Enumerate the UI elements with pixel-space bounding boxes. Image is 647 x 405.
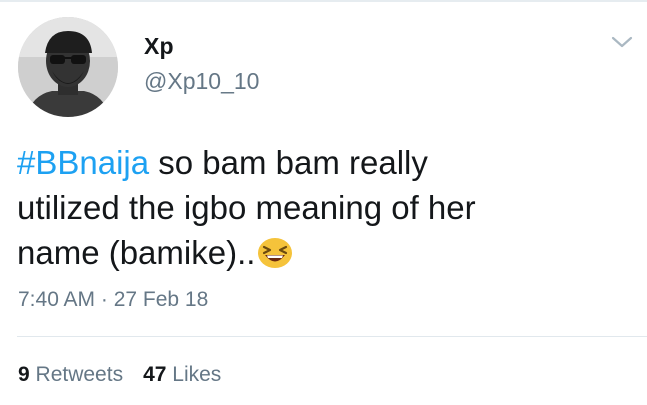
tweet-timestamp[interactable]: 7:40 AM · 27 Feb 18 — [18, 288, 208, 312]
avatar[interactable] — [18, 17, 118, 117]
grinning-squinting-face-emoji — [258, 238, 293, 268]
top-border — [0, 0, 647, 2]
author-handle[interactable]: @Xp10_10 — [144, 68, 259, 95]
hashtag-link[interactable]: #BBnaija — [17, 144, 149, 181]
tweet-stats: 9 Retweets 47 Likes — [18, 363, 221, 387]
user-avatar-photo — [18, 17, 118, 117]
retweets-count: 9 — [18, 363, 30, 386]
likes-label: Likes — [172, 363, 222, 386]
tweet-line-1-text: so bam bam really — [149, 144, 428, 181]
tweet-line-3: name (bamike).. — [17, 230, 627, 275]
tweet-line-3-text: name (bamike).. — [17, 234, 256, 271]
divider — [17, 336, 647, 337]
tweet-text: #BBnaija so bam bam really utilized the … — [17, 140, 627, 275]
retweets-label: Retweets — [35, 363, 124, 386]
author-display-name[interactable]: Xp — [144, 33, 174, 60]
tweet-line-1: #BBnaija so bam bam really — [17, 140, 627, 185]
likes-stat[interactable]: 47 Likes — [143, 363, 221, 386]
chevron-down-icon[interactable] — [611, 34, 633, 50]
likes-count: 47 — [143, 363, 167, 386]
tweet-line-2: utilized the igbo meaning of her — [17, 189, 476, 226]
retweets-stat[interactable]: 9 Retweets — [18, 363, 123, 386]
